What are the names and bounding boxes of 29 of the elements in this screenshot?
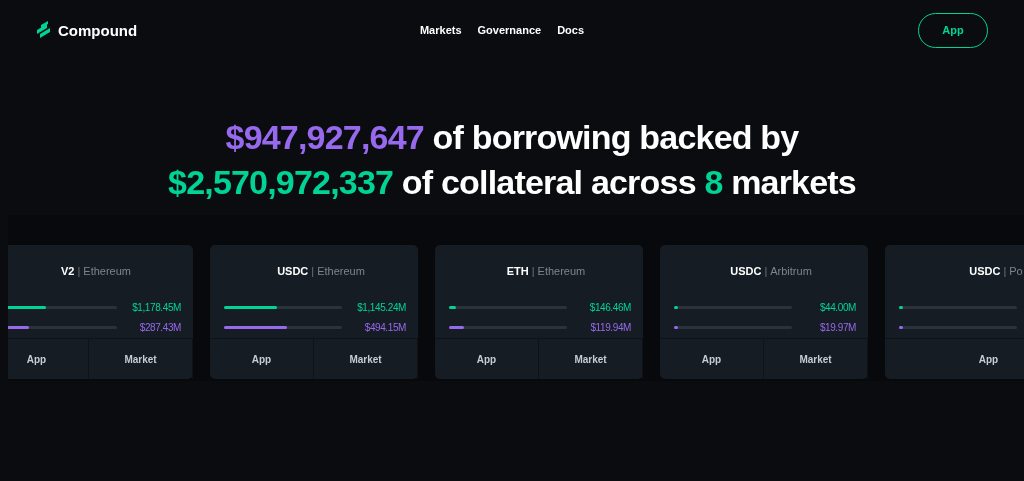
card-button[interactable]: App — [885, 339, 1024, 379]
market-title: ETH | Ethereum — [505, 264, 587, 279]
supply-amount: $44.00M — [818, 301, 856, 313]
card-button[interactable]: App — [660, 339, 764, 379]
headline: $947,927,647 of borrowing backed by — [225, 118, 799, 157]
market-title: V2 | Ethereum — [60, 264, 132, 279]
brand-name: Compound — [58, 21, 138, 39]
borrow-amount: $494.15M — [363, 321, 406, 333]
card-button[interactable]: Market — [539, 339, 643, 379]
borrow-amount: $119.94M — [589, 321, 631, 333]
card-button[interactable]: App — [210, 339, 314, 379]
supply-amount: $1,178.45M — [131, 301, 181, 313]
nav-link[interactable]: Governance — [477, 24, 542, 36]
supply-amount: $1,145.24M — [356, 301, 406, 313]
supply-amount: $146.46M — [588, 301, 631, 313]
borrow-amount: $19.97M — [818, 321, 856, 333]
card-button[interactable]: App — [8, 339, 89, 379]
card-button[interactable]: Market — [764, 339, 868, 379]
borrow-amount: $287.43M — [138, 321, 181, 333]
card-button[interactable]: App — [435, 339, 539, 379]
market-title: USDC | Po — [968, 264, 1024, 279]
market-title: USDC | Ethereum — [276, 264, 366, 279]
headline: $2,570,972,337 of collateral across 8 markets — [168, 163, 856, 202]
card-button[interactable]: Market — [314, 339, 418, 379]
logo-icon — [36, 20, 52, 40]
nav-link[interactable]: Markets — [419, 24, 462, 36]
card-button[interactable]: Market — [89, 339, 193, 379]
nav-link[interactable]: Docs — [557, 24, 585, 36]
market-title: USDC | Arbitrum — [729, 264, 813, 279]
